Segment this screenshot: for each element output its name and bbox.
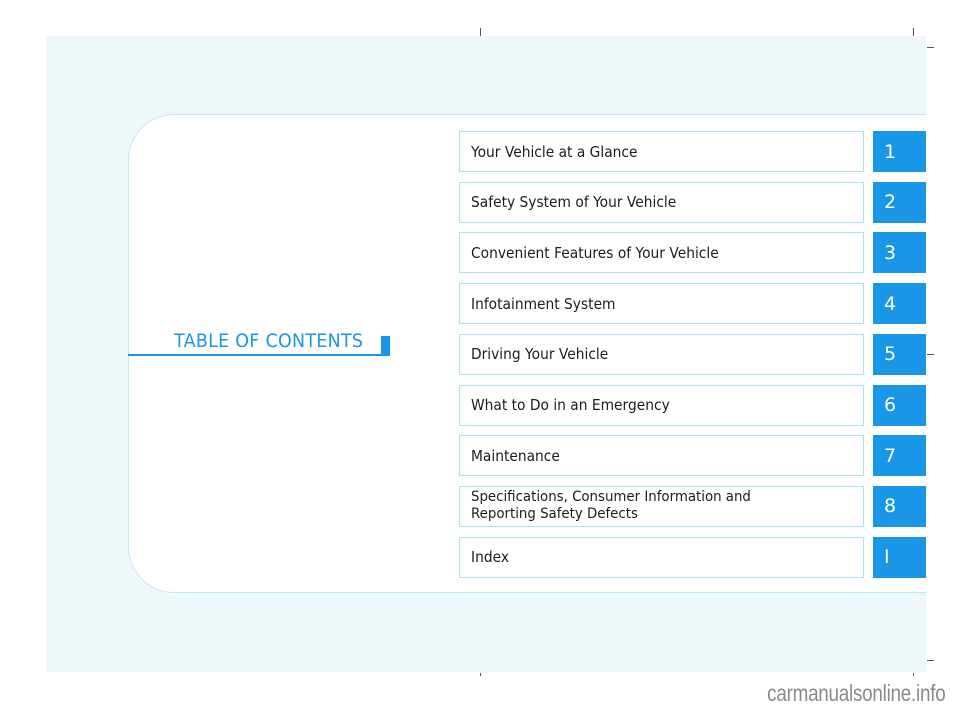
chapter-label: Your Vehicle at a Glance xyxy=(471,142,638,161)
page-title: TABLE OF CONTENTS xyxy=(174,330,364,352)
crop-mark xyxy=(913,673,914,676)
chapter-label: Driving Your Vehicle xyxy=(471,345,609,364)
chapter-label: Convenient Features of Your Vehicle xyxy=(471,243,719,262)
chapter-number-tab[interactable]: 6 xyxy=(873,384,926,426)
chapter-number-tab[interactable]: 1 xyxy=(873,131,926,172)
title-accent-block xyxy=(381,336,390,356)
chapter-link[interactable]: Index xyxy=(459,536,864,578)
watermark: carmanualsonline.info xyxy=(766,680,946,706)
chapter-number-tab[interactable]: 3 xyxy=(873,232,926,274)
chapter-row-7[interactable]: Maintenance 7 xyxy=(459,435,926,477)
chapter-link[interactable]: Driving Your Vehicle xyxy=(459,333,864,375)
chapter-link[interactable]: Infotainment System xyxy=(459,283,864,325)
chapter-number-tab[interactable]: 4 xyxy=(873,283,926,325)
chapter-row-2[interactable]: Safety System of Your Vehicle 2 xyxy=(459,181,926,223)
toc-heading: TABLE OF CONTENTS xyxy=(128,330,390,356)
chapter-label: Safety System of Your Vehicle xyxy=(471,193,677,212)
chapter-number-tab[interactable]: 8 xyxy=(873,485,926,527)
chapter-row-5[interactable]: Driving Your Vehicle 5 xyxy=(459,333,926,375)
chapter-row-3[interactable]: Convenient Features of Your Vehicle 3 xyxy=(459,232,926,274)
chapter-label: Maintenance xyxy=(471,446,560,465)
crop-mark xyxy=(480,28,481,36)
chapter-label: Specifications, Consumer Information and… xyxy=(471,489,751,523)
chapter-number-tab[interactable]: I xyxy=(873,536,926,578)
chapter-row-4[interactable]: Infotainment System 4 xyxy=(459,283,926,325)
crop-mark xyxy=(927,660,934,661)
chapter-link[interactable]: Your Vehicle at a Glance xyxy=(459,131,864,172)
chapter-link[interactable]: Convenient Features of Your Vehicle xyxy=(459,232,864,274)
chapter-row-6[interactable]: What to Do in an Emergency 6 xyxy=(459,384,926,426)
chapter-row-8[interactable]: Specifications, Consumer Information and… xyxy=(459,485,926,527)
chapter-label: Infotainment System xyxy=(471,294,616,313)
chapter-label: What to Do in an Emergency xyxy=(471,396,670,414)
chapter-link[interactable]: What to Do in an Emergency xyxy=(459,384,864,426)
title-underline xyxy=(128,354,390,356)
chapter-number-tab[interactable]: 7 xyxy=(873,435,926,477)
chapter-label: Index xyxy=(471,548,509,567)
chapter-number-tab[interactable]: 5 xyxy=(873,333,926,375)
chapter-link[interactable]: Specifications, Consumer Information and… xyxy=(459,485,864,527)
chapter-link[interactable]: Maintenance xyxy=(459,435,864,477)
crop-mark xyxy=(913,28,914,36)
crop-mark xyxy=(927,47,934,48)
crop-mark xyxy=(927,354,934,355)
chapter-link[interactable]: Safety System of Your Vehicle xyxy=(459,181,864,223)
chapter-row-1[interactable]: Your Vehicle at a Glance 1 xyxy=(459,131,926,172)
chapter-row-index[interactable]: Index I xyxy=(459,536,926,578)
crop-mark xyxy=(480,673,481,676)
chapter-number-tab[interactable]: 2 xyxy=(873,181,926,223)
